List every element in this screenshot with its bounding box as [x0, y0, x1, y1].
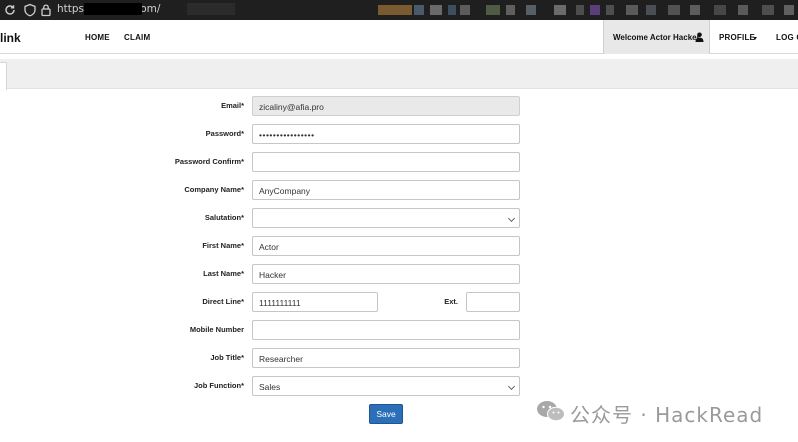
nav-profile-link[interactable]: PROFILE — [719, 33, 755, 42]
welcome-text: Welcome Actor Hacker — [613, 33, 700, 42]
browser-extension-icons[interactable] — [378, 5, 798, 15]
password-confirm-field[interactable] — [252, 152, 520, 172]
nav-home-link[interactable]: HOME — [85, 33, 110, 42]
job-title-field[interactable]: Researcher — [252, 348, 520, 368]
chevron-down-icon — [507, 214, 516, 223]
site-navbar: link HOME CLAIM Welcome Actor Hacker PRO… — [0, 20, 798, 54]
ext-label: Ext. — [444, 297, 458, 306]
url-redaction-secondary — [187, 3, 235, 15]
mobile-number-field[interactable] — [252, 320, 520, 340]
password-label: Password* — [205, 129, 244, 138]
lock-icon[interactable] — [39, 3, 53, 17]
direct-line-label: Direct Line* — [202, 297, 244, 306]
tab-edge — [0, 62, 7, 90]
job-title-label: Job Title* — [210, 353, 244, 362]
reload-icon[interactable] — [3, 3, 17, 17]
browser-address-bar: https:// tp-link.com/ — [0, 0, 798, 20]
url-redaction — [84, 3, 142, 15]
password-field[interactable]: •••••••••••••••• — [252, 124, 520, 144]
wechat-icon — [537, 401, 565, 422]
page-header-strip — [0, 59, 798, 89]
direct-line-field[interactable]: 1111111111 — [252, 292, 378, 312]
salutation-label: Salutation* — [204, 213, 244, 222]
first-name-field[interactable]: Actor — [252, 236, 520, 256]
shield-icon[interactable] — [23, 3, 37, 17]
chevron-down-icon — [507, 382, 516, 391]
job-function-value: Sales — [259, 382, 281, 392]
company-name-field[interactable]: AnyCompany — [252, 180, 520, 200]
email-label: Email* — [221, 101, 244, 110]
last-name-label: Last Name* — [203, 269, 244, 278]
chevron-down-icon — [753, 37, 757, 40]
welcome-user-menu[interactable]: Welcome Actor Hacker — [603, 20, 710, 54]
password-confirm-label: Password Confirm* — [174, 157, 244, 166]
user-icon — [695, 32, 704, 42]
ext-field[interactable] — [466, 292, 520, 312]
watermark: 公众号 · HackRead — [536, 398, 786, 427]
first-name-label: First Name* — [202, 241, 244, 250]
save-button[interactable]: Save — [369, 404, 403, 424]
job-function-label: Job Function* — [194, 381, 244, 390]
nav-claim-link[interactable]: CLAIM — [124, 33, 150, 42]
watermark-text: 公众号 · HackRead — [570, 403, 764, 427]
last-name-field[interactable]: Hacker — [252, 264, 520, 284]
company-name-label: Company Name* — [184, 185, 244, 194]
site-logo[interactable]: link — [0, 31, 21, 45]
email-field: zicaliny@afia.pro — [252, 96, 520, 116]
job-function-select[interactable]: Sales — [252, 376, 520, 396]
salutation-select[interactable] — [252, 208, 520, 228]
mobile-number-label: Mobile Number — [189, 325, 244, 334]
nav-logout-link[interactable]: LOG O — [776, 33, 798, 42]
